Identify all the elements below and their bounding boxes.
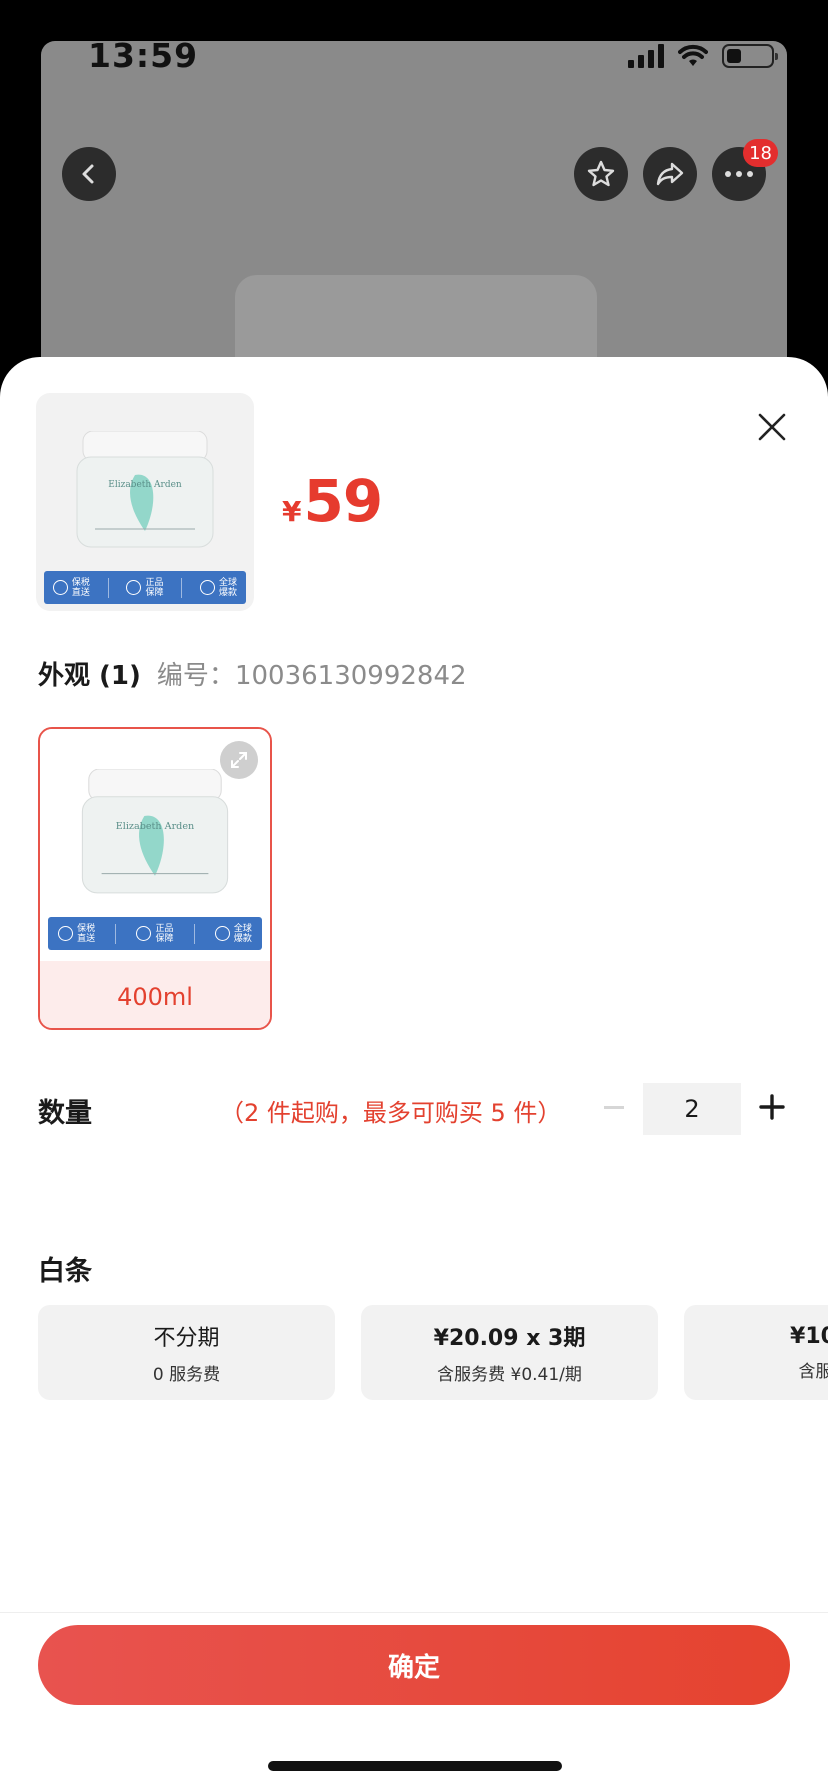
benefit-item: 保税 直送	[52, 578, 90, 598]
spec-option-400ml[interactable]: Elizabeth Arden 保税 直送 正品 保障 全球 爆款 400ml	[38, 727, 272, 1030]
spec-label: 外观 (1)	[38, 661, 141, 691]
benefit-item: 全球 爆款	[214, 924, 252, 944]
spec-header: 外观 (1) 编号：10036130992842	[38, 655, 467, 692]
brand-text: Elizabeth Arden	[116, 821, 194, 832]
sku-selection-sheet: Elizabeth Arden 保税 直送 正品 保障 全球 爆款 ¥ 59 外观 (…	[0, 357, 828, 1792]
benefit-item: 正品 保障	[126, 578, 163, 598]
product-thumbnail: Elizabeth Arden 保税 直送 正品 保障 全球 爆款	[36, 393, 254, 611]
benefit-item: 全球 爆款	[200, 578, 237, 598]
share-button[interactable]	[643, 147, 697, 201]
status-time: 13:59	[88, 36, 199, 75]
shield-icon	[136, 926, 152, 941]
minus-icon	[604, 1105, 624, 1109]
installment-sub: 含服务费 ¥0.41/期	[437, 1365, 582, 1385]
favorite-button[interactable]	[574, 147, 628, 201]
bonded-icon	[58, 926, 74, 941]
spec-code: 编号：10036130992842	[156, 661, 467, 691]
share-icon	[656, 162, 684, 186]
benefit-bar: 保税 直送 正品 保障 全球 爆款	[48, 917, 262, 950]
wifi-icon	[678, 44, 708, 66]
globe-icon	[214, 926, 230, 941]
installment-main: 不分期	[153, 1326, 220, 1351]
quantity-input[interactable]: 2	[643, 1083, 741, 1135]
price-value: 59	[303, 467, 383, 535]
option-label: 400ml	[40, 961, 270, 1028]
decrease-quantity-button[interactable]	[596, 1081, 632, 1133]
confirm-button[interactable]: 确定	[38, 1625, 790, 1705]
battery-icon	[722, 44, 778, 68]
quantity-row: 数量 （2 件起购，最多可购买 5 件） 2	[0, 1081, 828, 1137]
notification-badge: 18	[743, 139, 778, 167]
globe-icon	[200, 580, 216, 595]
installment-main: ¥10.26	[790, 1323, 828, 1349]
star-icon	[587, 160, 615, 187]
installment-options: 不分期 0 服务费 ¥20.09 x 3期 含服务费 ¥0.41/期 ¥10.2…	[38, 1305, 828, 1400]
installment-option[interactable]: 不分期 0 服务费	[38, 1305, 335, 1400]
benefit-bar: 保税 直送 正品 保障 全球 爆款	[44, 571, 246, 604]
installment-main: ¥20.09 x 3期	[433, 1326, 586, 1351]
quantity-label: 数量	[38, 1098, 92, 1129]
shield-icon	[126, 580, 142, 595]
installment-sub: 含服务费	[798, 1361, 828, 1382]
status-icons	[628, 42, 778, 70]
chevron-left-icon	[82, 164, 94, 184]
option-image: Elizabeth Arden 保税 直送 正品 保障 全球 爆款	[40, 729, 270, 961]
expand-image-button[interactable]	[220, 741, 258, 779]
product-jar-image: Elizabeth Arden	[81, 769, 229, 894]
bonded-icon	[52, 580, 68, 595]
price-currency: ¥	[282, 495, 302, 528]
installment-sub: 0 服务费	[152, 1365, 221, 1385]
installment-label: 白条	[38, 1256, 92, 1287]
installment-option[interactable]: ¥20.09 x 3期 含服务费 ¥0.41/期	[361, 1305, 658, 1400]
close-icon[interactable]	[754, 409, 790, 445]
benefit-item: 保税 直送	[58, 924, 95, 944]
price: ¥ 59	[282, 467, 383, 535]
more-dots-icon	[725, 171, 753, 177]
back-button[interactable]	[62, 147, 116, 201]
more-button[interactable]: 18	[712, 139, 778, 201]
quantity-hint: （2 件起购，最多可购买 5 件）	[220, 1099, 562, 1127]
installment-option[interactable]: ¥10.26 含服务费	[684, 1305, 828, 1400]
footer-divider	[0, 1612, 828, 1613]
home-indicator	[268, 1761, 562, 1771]
product-jar-image: Elizabeth Arden	[76, 431, 214, 548]
brand-text: Elizabeth Arden	[108, 480, 182, 490]
benefit-item: 正品 保障	[136, 924, 174, 944]
increase-quantity-button[interactable]	[752, 1087, 792, 1127]
expand-icon	[231, 752, 247, 768]
signal-icon	[628, 44, 664, 68]
